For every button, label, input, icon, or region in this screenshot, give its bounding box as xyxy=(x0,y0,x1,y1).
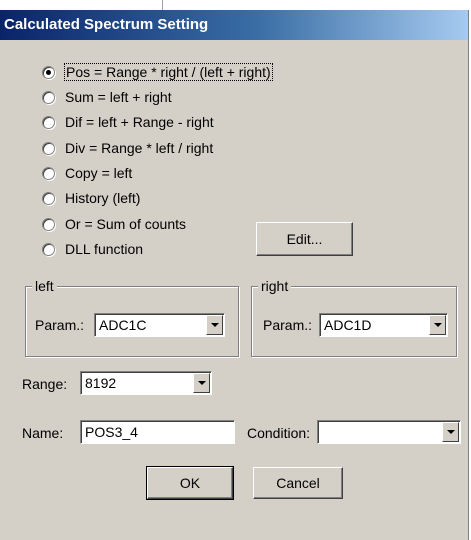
background-window-edge xyxy=(0,0,471,10)
radio-option-dll[interactable]: DLL function xyxy=(42,239,143,259)
right-param-value: ADC1D xyxy=(324,317,372,333)
radio-option-pos[interactable]: Pos = Range * right / (left + right) xyxy=(42,62,273,82)
range-label: Range: xyxy=(22,376,68,392)
dropdown-button[interactable] xyxy=(429,315,446,335)
radio-button[interactable] xyxy=(42,242,55,256)
background-divider xyxy=(162,0,163,10)
radio-label-copy: Copy = left xyxy=(65,165,133,181)
radio-button[interactable] xyxy=(42,166,55,180)
name-label: Name: xyxy=(22,425,64,441)
chevron-down-icon xyxy=(433,323,442,327)
ok-button[interactable]: OK xyxy=(146,466,234,500)
condition-label: Condition: xyxy=(247,425,311,441)
cancel-button[interactable]: Cancel xyxy=(253,467,343,499)
radio-option-history[interactable]: History (left) xyxy=(42,188,140,208)
radio-label-pos: Pos = Range * right / (left + right) xyxy=(64,63,273,81)
radio-button[interactable] xyxy=(42,141,55,155)
chevron-down-icon xyxy=(210,323,219,327)
dropdown-button[interactable] xyxy=(206,315,223,335)
right-group-caption: right xyxy=(258,278,292,294)
radio-option-dif[interactable]: Dif = left + Range - right xyxy=(42,112,214,132)
radio-label-history: History (left) xyxy=(65,190,141,206)
range-combo[interactable]: 8192 xyxy=(80,371,212,395)
radio-option-or[interactable]: Or = Sum of counts xyxy=(42,214,186,234)
edit-button[interactable]: Edit... xyxy=(256,222,353,256)
radio-button[interactable] xyxy=(42,191,55,205)
condition-combo[interactable] xyxy=(317,420,461,444)
calculated-spectrum-dialog: Calculated Spectrum Setting Pos = Range … xyxy=(0,10,469,540)
radio-label-sum: Sum = left + right xyxy=(65,89,172,105)
radio-label-or: Or = Sum of counts xyxy=(65,216,186,232)
dropdown-button[interactable] xyxy=(193,373,210,393)
chevron-down-icon xyxy=(446,430,455,434)
radio-label-dif: Dif = left + Range - right xyxy=(65,114,214,130)
right-param-combo[interactable]: ADC1D xyxy=(319,313,448,337)
radio-button-checked[interactable] xyxy=(42,65,55,79)
chevron-down-icon xyxy=(197,381,206,385)
range-value: 8192 xyxy=(85,375,117,391)
name-field[interactable]: POS3_4 xyxy=(80,420,235,444)
radio-button[interactable] xyxy=(42,217,55,231)
radio-button[interactable] xyxy=(42,115,55,129)
left-param-value: ADC1C xyxy=(99,317,147,333)
right-param-label: Param.: xyxy=(263,317,313,333)
dialog-title: Calculated Spectrum Setting xyxy=(4,16,209,33)
radio-option-copy[interactable]: Copy = left xyxy=(42,163,132,183)
left-param-label: Param.: xyxy=(35,317,85,333)
radio-label-dll: DLL function xyxy=(65,241,144,257)
left-param-combo[interactable]: ADC1C xyxy=(94,313,225,337)
radio-option-sum[interactable]: Sum = left + right xyxy=(42,87,172,107)
radio-label-div: Div = Range * left / right xyxy=(65,140,214,156)
left-group-caption: left xyxy=(32,278,57,294)
title-bar[interactable]: Calculated Spectrum Setting xyxy=(0,10,468,40)
name-value: POS3_4 xyxy=(85,424,138,440)
radio-button[interactable] xyxy=(42,90,55,104)
radio-option-div[interactable]: Div = Range * left / right xyxy=(42,138,213,158)
dropdown-button[interactable] xyxy=(442,422,459,442)
